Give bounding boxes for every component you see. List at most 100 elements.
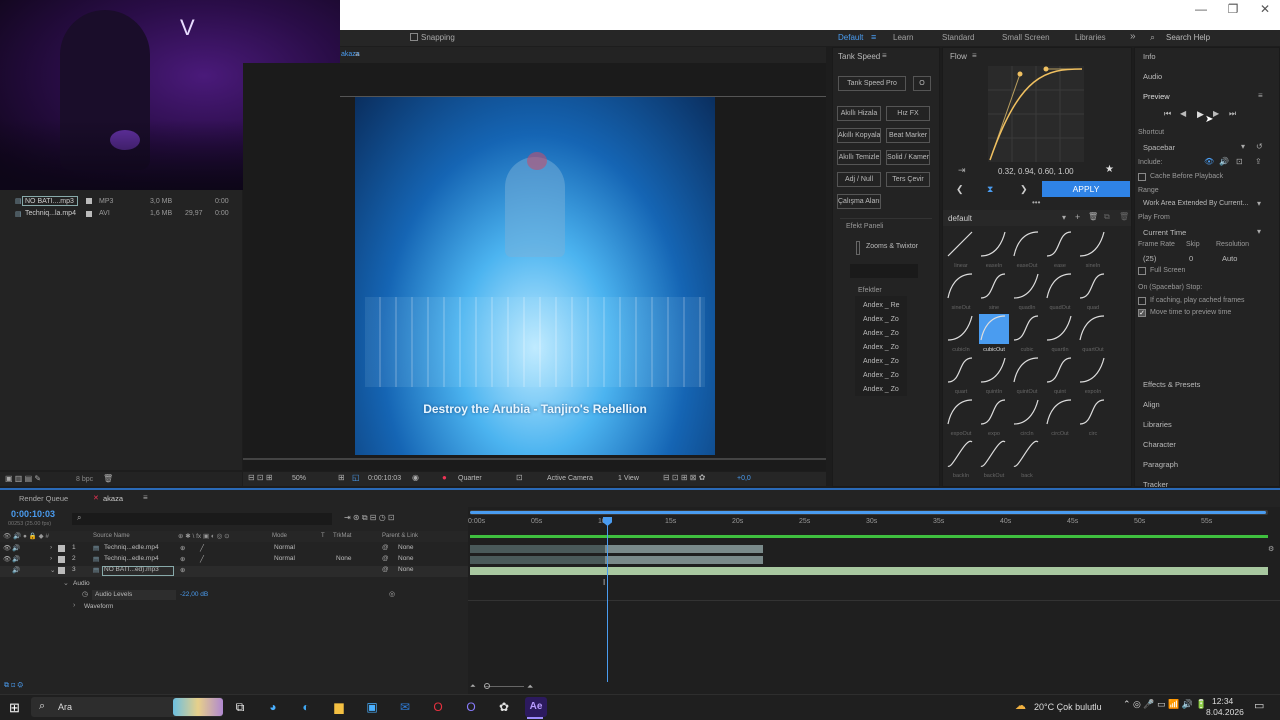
taskbar-time[interactable]: 12:34 (1212, 696, 1233, 706)
task-view-icon[interactable]: ⧉ (230, 697, 250, 717)
o-button[interactable]: O (913, 76, 931, 91)
link-icon[interactable]: ◎ (389, 590, 395, 598)
search-highlight-image[interactable] (173, 698, 223, 716)
viewer-scrollbar[interactable] (243, 458, 826, 460)
more-icon[interactable]: ••• (1032, 198, 1040, 207)
zoom-out-icon[interactable]: ⏶ (470, 683, 476, 691)
ease-out-icon[interactable]: ❯ (1020, 184, 1028, 195)
play-from-select[interactable]: Current Time (1143, 228, 1186, 237)
quality-icon[interactable]: ╱ (200, 555, 204, 563)
akilli-temizle-button[interactable]: Akıllı Temizle (837, 150, 881, 165)
timeline-footer-icons[interactable]: ⧉ ⊡ ⚙ (4, 682, 23, 690)
project-item-name[interactable]: Techniq...la.mp4 (25, 210, 76, 217)
audio-tab[interactable]: Audio (1143, 72, 1162, 81)
curve-preset-expo[interactable]: expo (979, 398, 1009, 438)
curve-preset-quadOut[interactable]: quadOut (1045, 272, 1075, 312)
workspace-small-screen[interactable]: Small Screen (1002, 33, 1050, 42)
layer-name[interactable]: Techniq...edle.mp4 (104, 544, 159, 551)
delete-icon[interactable]: 🗑 (1088, 212, 1098, 221)
weather-icon[interactable]: ☁ (1015, 699, 1026, 712)
reset-icon[interactable]: ↺ (1256, 142, 1263, 151)
shortcut-select[interactable]: Spacebar (1143, 143, 1175, 152)
first-frame-icon[interactable]: ⏮ (1164, 109, 1171, 119)
taskbar-date[interactable]: 8.04.2026 (1206, 707, 1244, 717)
effect-item[interactable]: Andex _ Re (863, 299, 907, 313)
zoom-select[interactable]: 50% (292, 475, 306, 482)
if-caching-checkbox[interactable] (1138, 297, 1146, 305)
beat-marker-button[interactable]: Beat Marker (886, 128, 930, 143)
camera-select[interactable]: Active Camera (547, 475, 593, 482)
adj-null-button[interactable]: Adj / Null (837, 172, 881, 187)
layer-name[interactable]: Techniq...edle.mp4 (104, 555, 159, 562)
menu-icon[interactable]: ≡ (882, 51, 887, 60)
viewer-toolbar-icons[interactable]: ⊟ ⊡ ⊞ (248, 473, 273, 482)
layer-parent[interactable]: None (398, 544, 414, 551)
akilli-hizala-button[interactable]: Akıllı Hizala (837, 106, 881, 121)
libraries-tab[interactable]: Libraries (1143, 420, 1172, 429)
curve-preset-quartIn[interactable]: quartIn (1045, 314, 1075, 354)
chevron-right-icon[interactable]: › (50, 544, 52, 551)
last-frame-icon[interactable]: ⏭ (1229, 109, 1236, 119)
overlay-include-icon[interactable]: ⊡ (1236, 157, 1243, 166)
curve-preset-cubic[interactable]: cubic (1012, 314, 1042, 354)
curve-preset-quad[interactable]: quad (1078, 272, 1108, 312)
curve-preset-circ[interactable]: circ (1078, 398, 1108, 438)
skip-select[interactable]: 0 (1189, 254, 1193, 263)
chevron-down-icon[interactable]: ⌄ (50, 566, 55, 574)
project-footer-icons[interactable]: ▣ ▥ ▤ ✎ (5, 474, 41, 483)
flow-curve-graph[interactable] (988, 66, 1084, 162)
audio-icon[interactable]: 🔊 (12, 555, 20, 563)
curve-preset-quadIn[interactable]: quadIn (1012, 272, 1042, 312)
time-ruler[interactable]: 0:00s05s10s15s20s25s30s35s40s45s50s55s (468, 516, 1280, 530)
curve-values[interactable]: 0.32, 0.94, 0.60, 1.00 (998, 167, 1074, 176)
bpc-label[interactable]: 8 bpc (76, 476, 93, 483)
search-field[interactable] (850, 264, 918, 278)
parent-pickwhip-icon[interactable]: @ (382, 566, 389, 573)
layer-bar[interactable] (605, 556, 763, 564)
curve-preset-sineOut[interactable]: sineOut (946, 272, 976, 312)
layer-bar[interactable] (470, 556, 605, 564)
workspace-learn[interactable]: Learn (893, 33, 913, 42)
snapshot-icon[interactable]: ◉ (412, 473, 419, 482)
copy-icon[interactable]: ⧉ (1104, 212, 1110, 222)
menu-icon[interactable]: ≡ (871, 32, 876, 42)
video-include-icon[interactable]: 👁 (1204, 157, 1214, 166)
work-area-range[interactable] (470, 511, 1266, 514)
zoom-in-icon[interactable]: ⏶ (527, 682, 533, 692)
after-effects-icon[interactable]: Ae (525, 697, 547, 717)
audio-levels-value[interactable]: -22,00 dB (180, 591, 208, 598)
tray-icons[interactable]: ⌃ ◎ 🎤 ▭ 📶 🔊 🔋 (1123, 699, 1207, 710)
label-swatch[interactable] (58, 567, 65, 574)
curve-preset-ease[interactable]: ease (1045, 230, 1075, 270)
ters-cevir-button[interactable]: Ters Çevir (886, 172, 930, 187)
visibility-icon[interactable]: 👁 (3, 544, 11, 552)
align-tab[interactable]: Align (1143, 400, 1160, 409)
zoom-slider-handle[interactable] (484, 683, 490, 689)
info-tab[interactable]: Info (1143, 52, 1156, 61)
layer-name[interactable]: NO BATI...ed).mp3 (104, 566, 159, 573)
viewer-timecode[interactable]: 0:00:10:03 (368, 475, 401, 482)
label-swatch[interactable] (58, 556, 65, 563)
resolution-select[interactable]: Auto (1222, 254, 1237, 263)
comp-tab-timeline[interactable]: akaza (103, 494, 123, 503)
audio-layer-bar[interactable] (470, 567, 1268, 575)
import-icon[interactable]: ⇥ (958, 165, 966, 176)
trash-icon[interactable]: 🗑 (1119, 212, 1129, 221)
chevron-down-icon[interactable]: ▾ (1241, 142, 1245, 151)
resolution-select[interactable]: Quarter (458, 475, 482, 482)
effect-item[interactable]: Andex _ Zo (863, 313, 907, 327)
curve-preset-back[interactable]: back (1012, 440, 1042, 480)
effect-item[interactable]: Andex _ Zo (863, 341, 907, 355)
snapping-checkbox[interactable] (410, 33, 418, 41)
workspace-default[interactable]: Default (838, 33, 863, 42)
audio-icon[interactable]: 🔊 (12, 544, 20, 552)
layer-trkmat[interactable]: None (336, 555, 352, 562)
layer-mode[interactable]: Normal (274, 555, 295, 562)
paragraph-tab[interactable]: Paragraph (1143, 460, 1178, 469)
curve-preset-quint[interactable]: quint (1045, 356, 1075, 396)
layer-row[interactable]: 👁 🔊 › 2 ▤ Techniq...edle.mp4 ⊕ ╱ Normal … (0, 555, 468, 566)
shy-icon[interactable]: ⊕ (180, 544, 185, 552)
weather-text[interactable]: 20°C Çok bulutlu (1034, 702, 1102, 712)
windows-start-icon[interactable]: ⊞ (9, 700, 20, 716)
star-icon[interactable]: ★ (1105, 164, 1114, 175)
